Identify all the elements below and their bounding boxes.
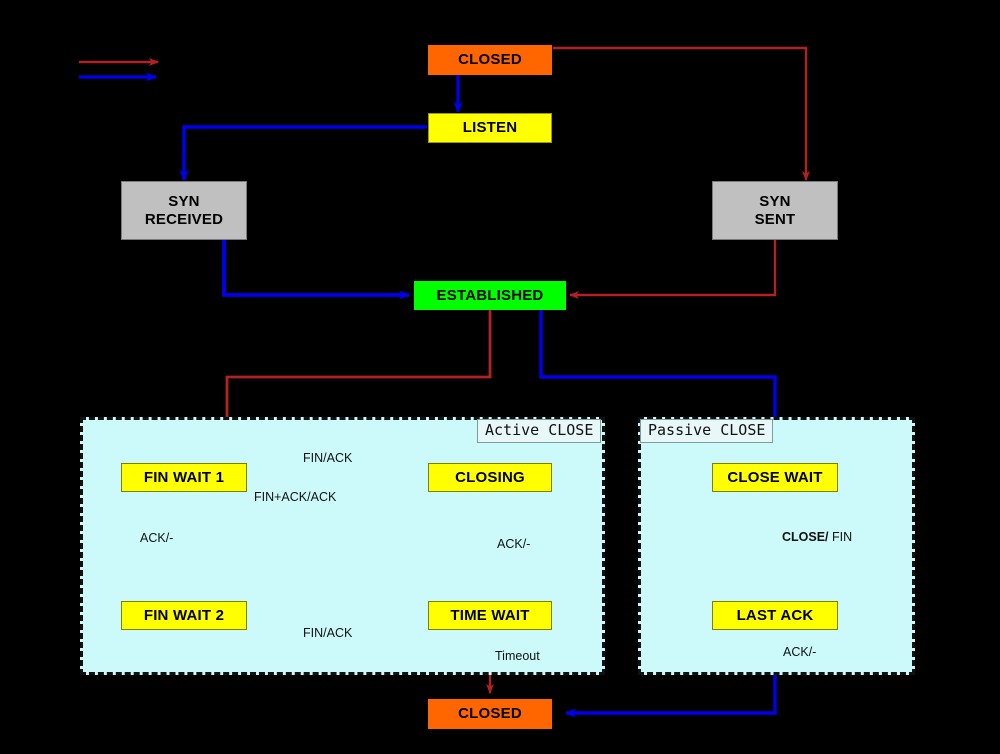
passive-close-panel-label: Passive CLOSE	[640, 419, 774, 444]
tcp-state-diagram: Active CLOSE Passive CLOSE CLOSED LISTEN…	[0, 0, 1000, 754]
state-closed-top[interactable]: CLOSED	[428, 45, 552, 75]
label-close-wait-to-last-ack: CLOSE/ FIN	[782, 530, 853, 545]
label-close-wait-to-last-ack-bold: CLOSE/	[782, 530, 829, 544]
label-closing-to-time-wait: ACK/-	[497, 537, 531, 551]
edge-listen-to-syn-received	[179, 125, 427, 181]
state-closing[interactable]: CLOSING	[428, 463, 552, 492]
state-time-wait[interactable]: TIME WAIT	[428, 601, 552, 630]
label-close-wait-to-last-ack-plain: FIN	[828, 530, 853, 544]
state-closed-bottom[interactable]: CLOSED	[428, 699, 552, 729]
state-listen[interactable]: LISTEN	[428, 113, 552, 143]
label-fin-wait-1-to-fin-wait-2: ACK/-	[140, 531, 174, 545]
edge-closed-to-syn-sent	[553, 46, 810, 181]
active-close-panel-label: Active CLOSE	[477, 419, 602, 444]
state-established[interactable]: ESTABLISHED	[414, 281, 566, 310]
label-fin-wait-1-to-time-wait: FIN+ACK/ACK	[254, 490, 337, 504]
edge-syn-received-to-established	[222, 240, 410, 300]
passive-close-panel	[638, 417, 915, 675]
state-fin-wait-1[interactable]: FIN WAIT 1	[121, 463, 247, 492]
label-fin-wait-2-to-time-wait: FIN/ACK	[303, 626, 353, 640]
label-last-ack-to-closed: ACK/-	[783, 645, 817, 659]
state-close-wait[interactable]: CLOSE WAIT	[712, 463, 838, 492]
edge-syn-sent-to-established	[569, 240, 777, 299]
state-fin-wait-2[interactable]: FIN WAIT 2	[121, 601, 247, 630]
label-fin-wait-1-to-closing: FIN/ACK	[303, 451, 353, 465]
label-time-wait-to-closed: Timeout	[495, 649, 540, 663]
state-last-ack[interactable]: LAST ACK	[712, 601, 838, 630]
state-syn-received[interactable]: SYN RECEIVED	[121, 181, 247, 240]
state-syn-sent[interactable]: SYN SENT	[712, 181, 838, 240]
